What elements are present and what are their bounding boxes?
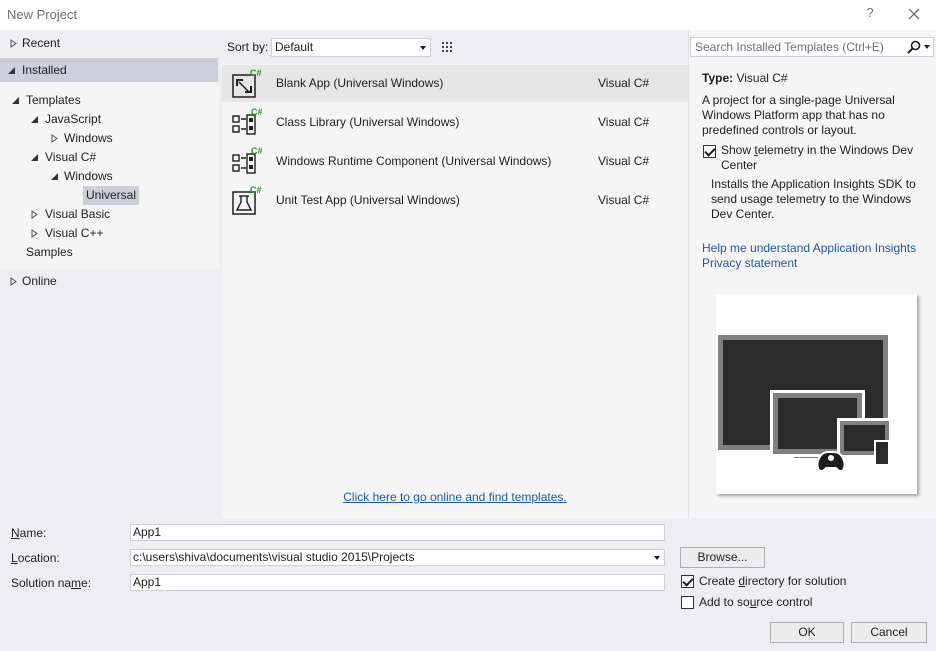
template-language: Visual C# [598, 193, 650, 207]
template-language: Visual C# [598, 154, 650, 168]
type-value: Visual C# [736, 71, 788, 85]
close-icon[interactable] [904, 4, 924, 24]
class-library-icon: C# [232, 107, 262, 135]
installed-panel: Templates JavaScript Windows Visual C# W… [0, 82, 219, 269]
sort-toolbar: Sort by: Default [222, 30, 927, 548]
grid-view-icon[interactable] [436, 37, 458, 58]
tree-label: Samples [26, 245, 73, 259]
collapsed-arrow-icon [10, 39, 17, 48]
svg-text:C#: C# [251, 146, 262, 156]
chevron-down-icon[interactable] [654, 556, 660, 560]
solution-name-label: Solution name: [11, 576, 92, 590]
collapsed-arrow-icon [31, 229, 38, 238]
template-language: Visual C# [598, 76, 650, 90]
template-tree: Recent Installed Templates JavaScript Wi… [0, 30, 222, 518]
privacy-link[interactable]: Privacy statement [702, 256, 797, 270]
type-line: Type: Visual C# [702, 71, 788, 85]
unit-test-icon: C# [232, 185, 262, 215]
tree-label: Visual C++ [45, 226, 104, 240]
browse-button[interactable]: Browse... [680, 547, 765, 568]
chevron-down-icon[interactable] [924, 45, 930, 49]
telemetry-label: Show telemetry in the Windows Dev Center [721, 143, 914, 172]
collapsed-arrow-icon [51, 134, 58, 143]
svg-text:C#: C# [250, 185, 262, 195]
tree-label: Visual Basic [45, 207, 111, 221]
tree-label: Windows [64, 131, 113, 145]
telemetry-description: Installs the Application Insights SDK to… [711, 177, 916, 221]
template-name: Class Library (Universal Windows) [276, 115, 460, 129]
template-row[interactable]: C# Class Library (Universal Windows) Vis… [222, 104, 688, 141]
expanded-arrow-icon [12, 97, 19, 104]
template-name: Blank App (Universal Windows) [276, 76, 444, 90]
title-bar: New Project ? [0, 0, 936, 30]
tree-label: JavaScript [45, 112, 102, 126]
template-row[interactable]: C# Blank App (Universal Windows) Visual … [222, 65, 688, 102]
name-field[interactable]: App1 [130, 524, 665, 541]
solution-name-value: App1 [133, 575, 162, 589]
template-name: Unit Test App (Universal Windows) [276, 193, 460, 207]
create-directory-checkbox[interactable] [681, 575, 694, 588]
online-templates-link[interactable]: Click here to go online and find templat… [222, 490, 688, 504]
template-description: A project for a single-page Universal Wi… [702, 93, 895, 137]
sort-dropdown[interactable]: Default [271, 38, 431, 57]
chevron-down-icon [420, 46, 426, 50]
svg-text:C#: C# [251, 107, 262, 117]
expanded-arrow-icon [51, 173, 58, 180]
help-insights-link[interactable]: Help me understand Application Insights [702, 241, 916, 255]
tree-label: Universal [83, 186, 140, 205]
type-label: Type: [702, 71, 734, 85]
tree-item-installed[interactable]: Installed [0, 58, 218, 82]
svg-text:C#: C# [250, 68, 262, 78]
expanded-arrow-icon [31, 116, 38, 123]
solution-name-field[interactable]: App1 [130, 574, 665, 591]
universal-devices-icon [716, 294, 917, 494]
create-directory-label: Create directory for solution [699, 574, 847, 588]
project-form: Name: App1 Location: c:\users\shiva\docu… [0, 518, 936, 651]
name-label: Name: [11, 526, 47, 540]
runtime-component-icon: C# [232, 146, 262, 174]
sort-value: Default [275, 40, 314, 54]
name-value: App1 [133, 525, 162, 539]
telemetry-checkbox[interactable] [703, 145, 716, 158]
tree-label: Windows [64, 169, 113, 183]
source-control-label: Add to source control [699, 595, 813, 609]
tree-label: Visual C# [45, 150, 97, 164]
blank-app-icon: C# [232, 68, 262, 98]
tree-label: Online [22, 274, 57, 288]
template-language: Visual C# [598, 115, 650, 129]
location-label: Location: [11, 551, 60, 565]
collapsed-arrow-icon [10, 277, 17, 286]
details-panel: Search Installed Templates (Ctrl+E) Type… [688, 30, 936, 518]
template-row[interactable]: C# Windows Runtime Component (Universal … [222, 143, 688, 180]
template-row[interactable]: C# Unit Test App (Universal Windows) Vis… [222, 182, 688, 219]
tree-label: Recent [22, 36, 61, 50]
expanded-arrow-icon [8, 67, 15, 74]
template-list: C# Blank App (Universal Windows) Visual … [222, 64, 688, 518]
window-title: New Project [7, 7, 78, 22]
tree-label: Installed [22, 63, 67, 77]
search-placeholder: Search Installed Templates (Ctrl+E) [695, 40, 884, 54]
location-value: c:\users\shiva\documents\visual studio 2… [133, 550, 415, 564]
search-input[interactable]: Search Installed Templates (Ctrl+E) [690, 37, 934, 57]
collapsed-arrow-icon [31, 210, 38, 219]
sort-label: Sort by: [227, 40, 269, 54]
expanded-arrow-icon [31, 154, 38, 161]
search-icon[interactable] [907, 40, 921, 54]
template-name: Windows Runtime Component (Universal Win… [276, 154, 552, 168]
ok-button[interactable]: OK [770, 622, 844, 643]
cancel-button[interactable]: Cancel [851, 622, 927, 643]
tree-label: Templates [26, 93, 81, 107]
location-field[interactable]: c:\users\shiva\documents\visual studio 2… [130, 549, 665, 566]
source-control-checkbox[interactable] [681, 596, 694, 609]
help-button[interactable]: ? [862, 5, 878, 23]
